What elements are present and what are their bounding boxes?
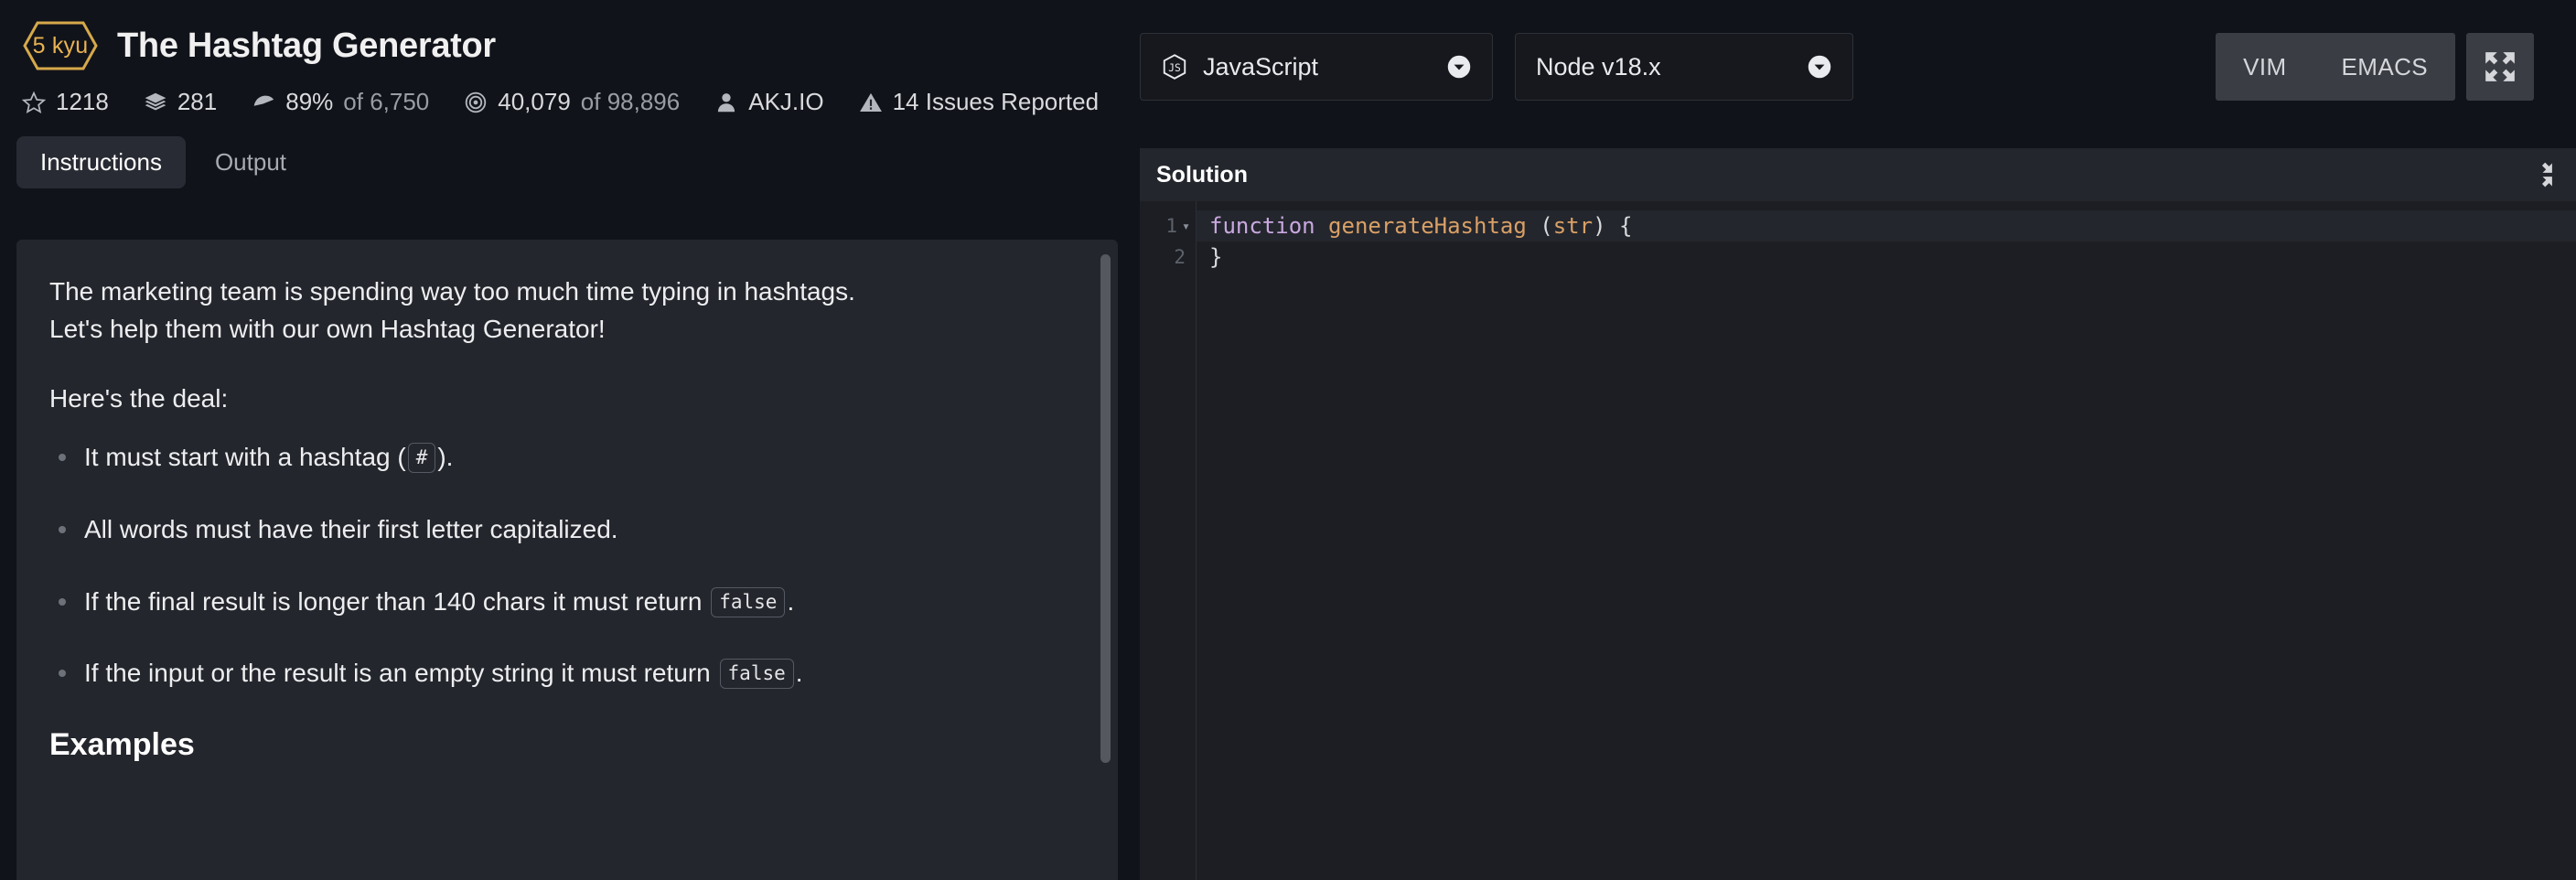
- list-item: It must start with a hashtag (#).: [49, 439, 1059, 477]
- solution-header: Solution: [1140, 148, 2576, 201]
- inline-code-chip: false: [719, 659, 794, 690]
- kyu-rank-badge: 5 kyu: [22, 20, 99, 71]
- code-line[interactable]: function generateHashtag (str) {: [1197, 210, 2576, 241]
- code-token-paren-open: (: [1526, 213, 1553, 239]
- rules-list: It must start with a hashtag (#). All wo…: [49, 439, 1059, 692]
- page-title: The Hashtag Generator: [117, 26, 496, 65]
- code-editor[interactable]: 1 ▾ 2 function generateHashtag (str) { }: [1140, 201, 2576, 880]
- stat-author[interactable]: AKJ.IO: [714, 88, 824, 116]
- code-token-brace-close: }: [1209, 244, 1223, 270]
- star-icon: [22, 91, 46, 114]
- editor-mode-vim[interactable]: VIM: [2216, 33, 2313, 101]
- person-icon: [714, 91, 738, 114]
- stat-satisfaction-suffix: of 6,750: [343, 88, 430, 115]
- stat-completions-value: 281: [177, 88, 218, 115]
- instructions-paragraph-2: Let's help them with our own Hashtag Gen…: [49, 315, 606, 344]
- rule-text-after: .: [787, 586, 795, 616]
- version-selector[interactable]: Node v18.x: [1515, 33, 1853, 101]
- language-selector[interactable]: JS JavaScript: [1140, 33, 1493, 101]
- inline-code-chip: #: [407, 443, 436, 474]
- chevron-down-icon: [1807, 54, 1832, 80]
- line-number-label: 1: [1165, 215, 1177, 237]
- stat-completed-value: 40,079: [498, 88, 571, 115]
- editor-code-lines[interactable]: function generateHashtag (str) { }: [1197, 201, 2576, 880]
- content-tabs: Instructions Output: [0, 116, 1134, 188]
- kyu-rank-label: 5 kyu: [32, 32, 89, 59]
- inline-code-chip: false: [711, 586, 786, 617]
- line-number-label: 2: [1174, 246, 1186, 268]
- editor-mode-group: VIM EMACS: [2216, 33, 2455, 101]
- codewars-kata-page: 5 kyu The Hashtag Generator 1218 281 89%…: [0, 0, 2576, 880]
- list-item: If the final result is longer than 140 c…: [49, 584, 1059, 621]
- rule-text-before: All words must have their first letter c…: [84, 514, 618, 543]
- target-icon: [464, 91, 488, 114]
- line-number: 1 ▾: [1140, 210, 1196, 241]
- stat-satisfaction-value: 89%: [285, 88, 334, 115]
- layers-icon: [144, 91, 167, 114]
- instructions-paragraph-3: Here's the deal:: [49, 383, 229, 413]
- code-token-function-name: generateHashtag: [1328, 213, 1527, 239]
- speedometer-icon: [252, 91, 275, 114]
- stat-issues-value: 14 Issues Reported: [892, 88, 1100, 115]
- tab-output[interactable]: Output: [191, 136, 310, 188]
- right-column: JS JavaScript Node v18.x VIM EMACS Solut…: [1134, 0, 2576, 880]
- expand-arrows-icon[interactable]: [2466, 33, 2534, 101]
- code-token-parameter: str: [1552, 213, 1594, 239]
- editor-gutter: 1 ▾ 2: [1140, 201, 1197, 880]
- fold-triangle-icon[interactable]: ▾: [1182, 219, 1190, 233]
- warning-icon: [859, 91, 883, 114]
- editor-mode-toolbar: VIM EMACS: [2216, 33, 2534, 101]
- solution-title: Solution: [1156, 161, 1248, 188]
- version-selector-label: Node v18.x: [1536, 52, 1661, 80]
- editor-mode-emacs[interactable]: EMACS: [2314, 33, 2455, 101]
- stat-completed-count[interactable]: 40,079 of 98,896: [464, 88, 680, 116]
- stat-completed-suffix: of 98,896: [580, 88, 681, 115]
- rule-text-after: ).: [437, 443, 454, 472]
- tab-instructions[interactable]: Instructions: [16, 136, 186, 188]
- stat-author-value: AKJ.IO: [748, 88, 824, 115]
- code-line[interactable]: }: [1197, 241, 2576, 273]
- examples-heading: Examples: [49, 726, 195, 762]
- instructions-panel: The marketing team is spending way too m…: [16, 240, 1118, 880]
- language-selector-label: JavaScript: [1203, 52, 1319, 80]
- stat-satisfaction[interactable]: 89% of 6,750: [252, 88, 429, 116]
- kata-title-row: 5 kyu The Hashtag Generator: [0, 0, 1134, 71]
- instructions-scrollbar[interactable]: [1100, 254, 1111, 763]
- stat-completions[interactable]: 281: [144, 88, 217, 116]
- rule-text-before: If the input or the result is an empty s…: [84, 659, 718, 688]
- instructions-content: The marketing team is spending way too m…: [16, 240, 1118, 763]
- collapse-arrows-icon[interactable]: [2536, 156, 2572, 193]
- list-item: All words must have their first letter c…: [49, 511, 1059, 549]
- stat-stars[interactable]: 1218: [22, 88, 109, 116]
- left-column: 5 kyu The Hashtag Generator 1218 281 89%…: [0, 0, 1134, 880]
- instructions-paragraph-1: The marketing team is spending way too m…: [49, 277, 855, 306]
- rule-text-after: .: [795, 659, 803, 688]
- javascript-icon: JS: [1161, 53, 1188, 80]
- stat-stars-value: 1218: [56, 88, 109, 115]
- rule-text-before: If the final result is longer than 140 c…: [84, 586, 710, 616]
- kata-stats-row: 1218 281 89% of 6,750 40,079 of 98,896 A…: [0, 71, 1134, 116]
- stat-issues[interactable]: 14 Issues Reported: [859, 88, 1099, 116]
- rule-text-before: It must start with a hashtag (: [84, 443, 406, 472]
- chevron-down-icon: [1446, 54, 1472, 80]
- solution-panel: Solution 1 ▾ 2 function generateHashtag …: [1140, 148, 2576, 880]
- code-token-keyword: function: [1209, 213, 1315, 239]
- list-item: If the input or the result is an empty s…: [49, 655, 1059, 692]
- line-number: 2: [1140, 241, 1196, 273]
- code-token-brace-open: ) {: [1593, 213, 1633, 239]
- svg-text:JS: JS: [1168, 62, 1181, 74]
